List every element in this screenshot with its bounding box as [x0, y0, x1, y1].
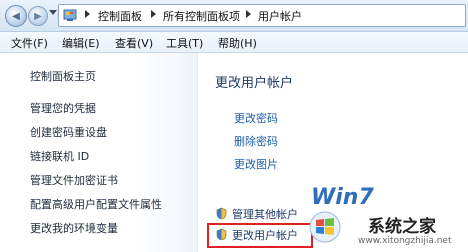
windows-logo-icon — [309, 211, 341, 243]
menu-file[interactable]: 文件(F) — [11, 35, 48, 51]
task-change-picture[interactable]: 更改图片 — [234, 156, 278, 172]
task-change-password[interactable]: 更改密码 — [234, 110, 278, 126]
forward-button[interactable]: ▶ — [28, 6, 48, 26]
left-link-environment-variables[interactable]: 更改我的环境变量 — [30, 220, 118, 236]
watermark-url: www.xitongzhijia.net — [358, 236, 452, 246]
watermark-brand: Win7 — [311, 185, 374, 210]
address-field[interactable]: 控制面板 所有控制面板项 用户帐户 — [58, 4, 466, 27]
breadcrumb-separator-icon — [151, 10, 156, 18]
breadcrumb-control-panel[interactable]: 控制面板 — [98, 8, 142, 24]
highlight-box — [207, 223, 313, 248]
address-toolbar: ◀ ▶ 控制面板 所有控制面板项 用户帐户 — [0, 0, 468, 32]
menu-edit[interactable]: 编辑(E) — [62, 35, 100, 51]
watermark: Win7 系统之家 www.xitongzhijia.net — [306, 185, 468, 252]
left-link-create-reset-disk[interactable]: 创建密码重设盘 — [30, 124, 107, 140]
task-remove-password[interactable]: 删除密码 — [234, 133, 278, 149]
menu-bar: 文件(F) 编辑(E) 查看(V) 工具(T) 帮助(H) — [0, 32, 468, 53]
breadcrumb-separator-icon — [85, 10, 90, 18]
back-button[interactable]: ◀ — [5, 5, 27, 27]
task-manage-other-accounts[interactable]: 管理其他帐户 — [232, 206, 298, 222]
breadcrumb-user-accounts[interactable]: 用户帐户 — [258, 8, 302, 24]
menu-help[interactable]: 帮助(H) — [218, 35, 257, 51]
left-link-manage-credentials[interactable]: 管理您的凭据 — [30, 100, 96, 116]
menu-tools[interactable]: 工具(T) — [166, 35, 203, 51]
recent-pages-dropdown[interactable] — [49, 10, 57, 15]
control-panel-icon — [63, 9, 77, 21]
left-link-advanced-profile-properties[interactable]: 配置高级用户配置文件属性 — [30, 196, 162, 212]
left-link-link-online-id[interactable]: 链接联机 ID — [30, 148, 89, 164]
breadcrumb-all-items[interactable]: 所有控制面板项 — [163, 8, 240, 24]
breadcrumb-separator-icon — [246, 10, 251, 18]
back-arrow-icon: ◀ — [12, 10, 20, 22]
left-link-file-encryption-certs[interactable]: 管理文件加密证书 — [30, 172, 118, 188]
page-title: 更改用户帐户 — [215, 76, 294, 91]
forward-arrow-icon: ▶ — [34, 10, 42, 22]
watermark-site-name: 系统之家 — [368, 217, 436, 237]
menu-view[interactable]: 查看(V) — [115, 35, 153, 51]
left-link-control-panel-home[interactable]: 控制面板主页 — [30, 68, 96, 84]
shield-icon — [216, 207, 227, 220]
